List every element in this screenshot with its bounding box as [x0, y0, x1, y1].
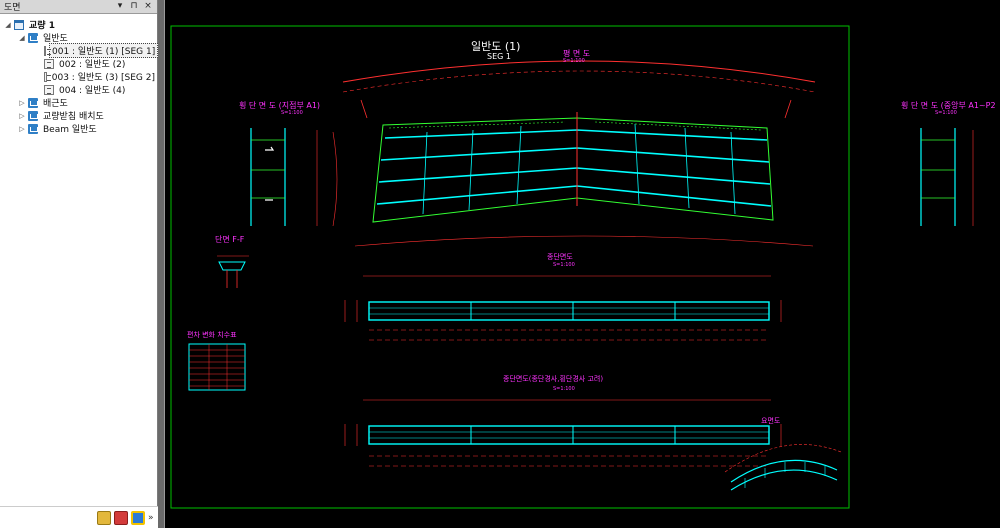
- cross-section-left-label: 횡 단 면 도 (지점부 A1): [239, 101, 321, 110]
- cross-section-left: [250, 128, 338, 227]
- side-view: [724, 444, 842, 491]
- collapse-icon[interactable]: ◢: [18, 34, 26, 42]
- side-view-label: 요면도: [761, 417, 781, 425]
- settings-tool-icon[interactable]: [114, 511, 128, 525]
- tree-node-label: 교량받침 배치도: [43, 112, 104, 122]
- tree-node-label: 003 : 일반도 (3) [SEG 2]: [51, 73, 155, 83]
- sheet-icon: [44, 58, 54, 69]
- folder-tool-icon[interactable]: [97, 511, 111, 525]
- tree-node-item-001[interactable]: 001 : 일반도 (1) [SEG 1]: [0, 43, 159, 58]
- sheet-icon: [44, 84, 54, 95]
- plan-view: [342, 60, 816, 247]
- longitudinal-label: 종단면도: [547, 253, 573, 261]
- section-ff: [217, 255, 249, 288]
- sheet-icon: [44, 71, 51, 82]
- panel-header: 도면 ▾ ⊓ ×: [0, 0, 157, 14]
- longitudinal-section: [344, 275, 782, 341]
- expand-icon[interactable]: ▷: [18, 125, 26, 133]
- collapse-icon[interactable]: ◢: [4, 21, 12, 29]
- tree-node-label: Beam 일반도: [43, 125, 97, 135]
- section-ff-label: 단면 F-F: [215, 235, 245, 244]
- drawing-group-icon: [28, 123, 38, 134]
- tree-node-rebar[interactable]: ▷ 배근도: [0, 96, 157, 109]
- sheet-icon: [44, 45, 51, 56]
- tree-node-label: 교량 1: [29, 21, 55, 31]
- drawing-viewport[interactable]: 일반도 (1) SEG 1 평 면 도 S=1:100 횡 단 면 도 (지점부…: [164, 0, 1000, 528]
- drawing-subtitle: SEG 1: [487, 52, 511, 61]
- panel-toolbar: »: [0, 506, 158, 528]
- tree-node-label: 002 : 일반도 (2): [59, 60, 126, 70]
- drawing-canvas: [170, 25, 974, 509]
- dimension-table: [188, 343, 246, 391]
- drawing-tool-icon[interactable]: [131, 511, 145, 525]
- panel-title: 도면: [4, 3, 21, 13]
- drawing-group-icon: [28, 97, 38, 108]
- bridge-icon: [14, 19, 24, 30]
- drawing-group-icon: [28, 32, 38, 43]
- longitudinal-scale: S=1:100: [553, 262, 575, 268]
- longitudinal-slope-scale: S=1:100: [553, 386, 575, 392]
- drawing-tree-panel: 도면 ▾ ⊓ × ◢ 교량 1 ◢ 일반도 001 : 일반도 (1) [SEG…: [0, 0, 159, 528]
- longitudinal-slope-label: 종단면도(종단경사,횡단경사 고려): [503, 375, 604, 383]
- more-tools-icon[interactable]: »: [148, 511, 154, 525]
- tree-node-item-003[interactable]: 003 : 일반도 (3) [SEG 2]: [0, 70, 157, 83]
- expand-icon[interactable]: ▷: [18, 112, 26, 120]
- expand-icon[interactable]: ▷: [18, 99, 26, 107]
- longitudinal-section-slope: [344, 399, 782, 467]
- plan-view-scale: S=1:100: [563, 58, 585, 64]
- cross-section-right: [920, 128, 974, 226]
- cross-section-right-scale: S=1:100: [935, 110, 957, 116]
- tree-node-bridge[interactable]: ◢ 교량 1: [0, 18, 157, 31]
- cross-section-left-scale: S=1:100: [281, 110, 303, 116]
- tree-node-label: 004 : 일반도 (4): [59, 86, 126, 96]
- table-label: 편차 변화 치수표: [187, 331, 237, 339]
- drawing-tree: ◢ 교량 1 ◢ 일반도 001 : 일반도 (1) [SEG 1] 002 :…: [0, 14, 159, 135]
- tree-node-beam[interactable]: ▷ Beam 일반도: [0, 122, 157, 135]
- tree-node-item-002[interactable]: 002 : 일반도 (2): [0, 57, 157, 70]
- tree-node-label: 배근도: [43, 99, 68, 109]
- tree-node-bearing[interactable]: ▷ 교량받침 배치도: [0, 109, 157, 122]
- panel-close-button[interactable]: ×: [143, 1, 153, 12]
- drawing-group-icon: [28, 110, 38, 121]
- panel-menu-button[interactable]: ▾: [115, 1, 125, 12]
- tree-node-item-004[interactable]: 004 : 일반도 (4): [0, 83, 157, 96]
- panel-pin-button[interactable]: ⊓: [129, 1, 139, 12]
- tree-node-label: 001 : 일반도 (1) [SEG 1]: [49, 43, 159, 58]
